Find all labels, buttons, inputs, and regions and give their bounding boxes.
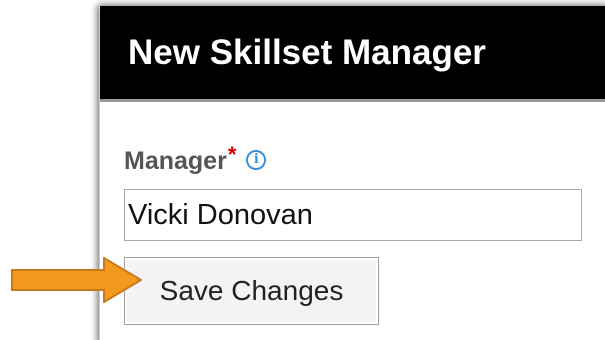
save-changes-button[interactable]: Save Changes bbox=[124, 257, 379, 325]
manager-label-row: Manager * i bbox=[124, 142, 267, 176]
manager-input[interactable] bbox=[124, 189, 582, 241]
arrow-right-icon bbox=[11, 257, 142, 303]
info-icon[interactable]: i bbox=[246, 150, 267, 170]
dialog-title: New Skillset Manager bbox=[128, 33, 486, 72]
skillset-manager-dialog: New Skillset Manager Manager * i Save Ch… bbox=[99, 6, 605, 340]
screenshot-stage: New Skillset Manager Manager * i Save Ch… bbox=[0, 0, 605, 340]
required-marker: * bbox=[227, 142, 237, 167]
dialog-header: New Skillset Manager bbox=[100, 6, 605, 102]
manager-label: Manager bbox=[124, 147, 227, 175]
